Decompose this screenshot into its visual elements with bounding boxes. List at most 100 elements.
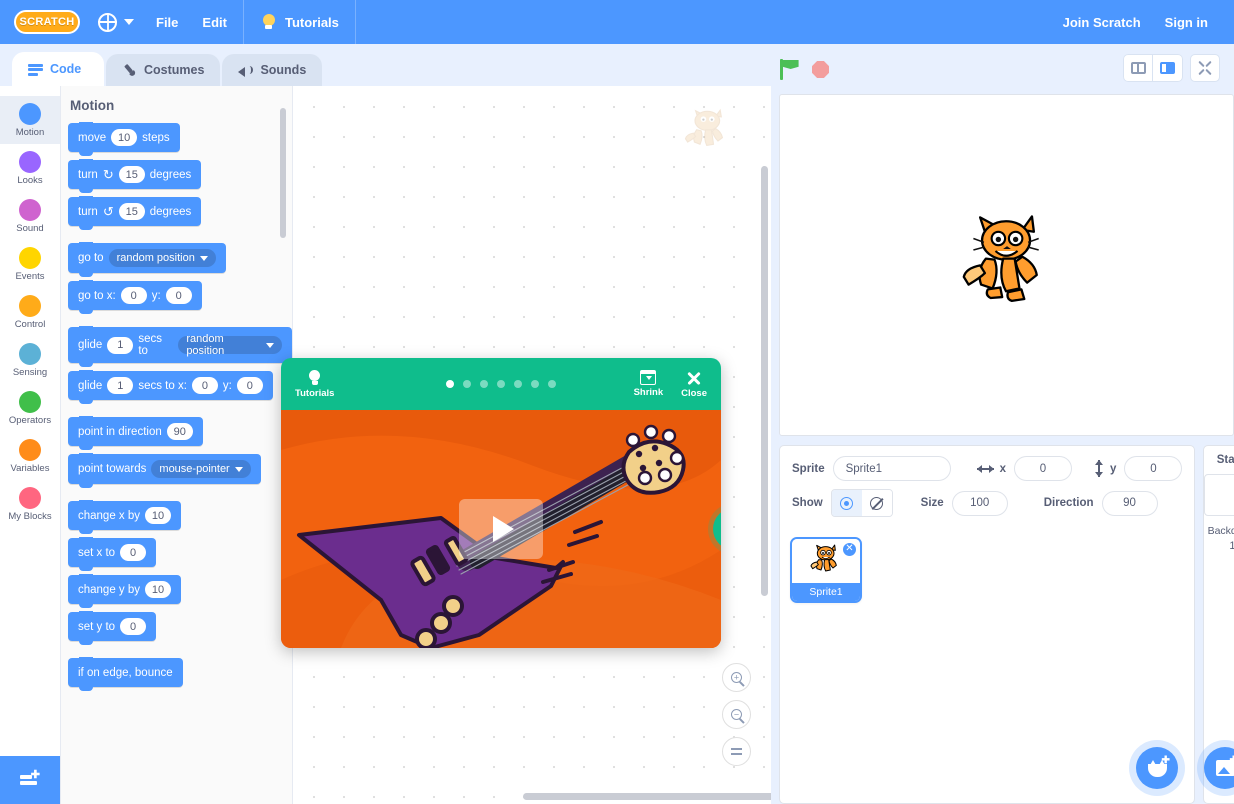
backdrop-thumbnail[interactable] [1204,474,1234,516]
sprite-name-input[interactable]: Sprite1 [832,456,951,481]
tutorial-step-dot[interactable] [463,380,471,388]
palette-block[interactable]: change x by 10 [68,500,182,534]
palette-block[interactable]: glide 1 secs to random position [68,326,292,367]
block-number-input[interactable]: 0 [120,618,147,635]
palette-scrollbar[interactable] [280,108,286,238]
category-control[interactable]: Control [0,288,60,336]
chevron-down-icon [234,466,243,472]
palette-block[interactable]: move 10 steps [68,122,180,156]
block-dropdown[interactable]: random position [178,333,282,357]
add-extension-button[interactable]: ✚ [0,756,60,804]
fullscreen-button[interactable] [1190,54,1220,82]
direction-input[interactable]: 90 [1101,490,1158,516]
block-label: y: [151,289,161,302]
block-number-input[interactable]: 10 [111,129,138,146]
block-number-input[interactable]: 15 [118,203,145,220]
sprite-list: ✕ Sprite1 [780,529,1194,611]
block-number-input[interactable]: 0 [236,377,263,394]
play-icon[interactable] [459,499,543,559]
tutorial-step-dot[interactable] [497,380,505,388]
tutorial-close-button[interactable]: Close [681,370,707,399]
block-number-input[interactable]: 90 [166,423,193,440]
palette-block[interactable]: glide 1 secs to x: 0 y: 0 [68,370,273,404]
block-number-input[interactable]: 0 [191,377,218,394]
tutorial-brand[interactable]: Tutorials [295,369,334,399]
x-input[interactable]: 0 [1014,456,1072,481]
category-variables[interactable]: Variables [0,432,60,480]
tutorial-step-dot[interactable] [480,380,488,388]
green-flag-icon[interactable] [780,59,800,80]
category-color-dot [19,198,41,221]
palette-block-row: turn ↺ 15 degrees [68,196,292,234]
stage-pane-title: Stage [1216,454,1234,466]
choose-backdrop-button[interactable]: ✚ [1204,747,1234,789]
palette-block[interactable]: go to x: 0 y: 0 [68,280,202,314]
block-number-input[interactable]: 1 [107,336,134,354]
palette-block[interactable]: turn ↺ 15 degrees [68,196,202,230]
palette-block[interactable]: change y by 10 [68,574,182,608]
palette-block[interactable]: if on edge, bounce [68,657,183,691]
tutorial-shrink-button[interactable]: Shrink [634,370,663,398]
block-label: go to x: [78,289,116,302]
delete-sprite-button[interactable]: ✕ [842,542,857,557]
category-sound[interactable]: Sound [0,192,60,240]
category-operators[interactable]: Operators [0,384,60,432]
block-number-input[interactable]: 1 [107,377,134,394]
language-selector[interactable] [98,0,144,44]
zoom-reset-icon[interactable] [722,737,751,766]
block-number-input[interactable]: 0 [165,287,192,304]
category-events[interactable]: Events [0,240,60,288]
menu-edit[interactable]: Edit [190,0,239,44]
tutorial-step-dot[interactable] [548,380,556,388]
block-number-input[interactable]: 10 [145,581,172,598]
block-number-input[interactable]: 0 [120,287,147,304]
large-stage-button[interactable] [1153,54,1183,82]
sign-in-button[interactable]: Sign in [1153,0,1220,44]
category-sensing[interactable]: Sensing [0,336,60,384]
scratch-logo[interactable]: SCRATCH [14,10,80,34]
menu-tutorials[interactable]: Tutorials [248,0,351,44]
zoom-out-icon[interactable]: − [722,700,751,729]
blocks-palette[interactable]: Motion move 10 steps turn ↻ 15 degrees turn ↺ 15 d… [60,86,292,804]
tutorial-step-dot[interactable] [514,380,522,388]
y-label: y [1110,462,1117,475]
block-number-input[interactable]: 0 [120,544,147,561]
palette-block[interactable]: turn ↻ 15 degrees [68,159,202,193]
stage-sprite-cat[interactable] [959,211,1055,320]
canvas-vertical-scrollbar[interactable] [761,166,768,596]
size-input[interactable]: 100 [951,490,1008,516]
tutorial-step-dot[interactable] [446,380,454,388]
category-looks[interactable]: Looks [0,144,60,192]
show-hidden-button[interactable] [861,490,892,516]
category-my-blocks[interactable]: My Blocks [0,480,60,528]
show-visible-button[interactable] [831,490,862,516]
stop-icon[interactable] [812,61,829,78]
palette-block[interactable]: go to random position [68,242,226,277]
y-input[interactable]: 0 [1124,456,1183,481]
tutorial-video[interactable] [281,410,721,648]
palette-block[interactable]: point in direction 90 [68,416,203,450]
palette-block[interactable]: point towards mouse-pointer [68,453,261,488]
sprite-card[interactable]: ✕ Sprite1 [790,537,862,603]
join-scratch-button[interactable]: Join Scratch [1051,0,1153,44]
account-actions: Join Scratch Sign in [1051,0,1220,44]
palette-block[interactable]: set y to 0 [68,611,157,645]
tab-sounds[interactable]: Sounds [222,54,323,86]
stage-area[interactable] [779,94,1234,436]
menu-file[interactable]: File [144,0,190,44]
block-dropdown[interactable]: random position [108,249,216,267]
tutorial-step-dot[interactable] [531,380,539,388]
tab-code[interactable]: Code [12,52,104,86]
block-label: glide [78,339,103,351]
block-dropdown[interactable]: mouse-pointer [151,460,251,478]
small-stage-button[interactable] [1123,54,1153,82]
block-number-input[interactable]: 10 [145,507,172,524]
palette-block-row: point in direction 90 [68,416,292,454]
palette-block[interactable]: set x to 0 [68,537,157,571]
category-motion[interactable]: Motion [0,96,60,144]
zoom-in-icon[interactable]: + [722,663,751,692]
block-number-input[interactable]: 15 [118,166,145,183]
tab-costumes[interactable]: Costumes [106,54,221,86]
choose-sprite-button[interactable]: ✚ [1136,747,1179,789]
canvas-horizontal-scrollbar[interactable] [523,793,771,800]
